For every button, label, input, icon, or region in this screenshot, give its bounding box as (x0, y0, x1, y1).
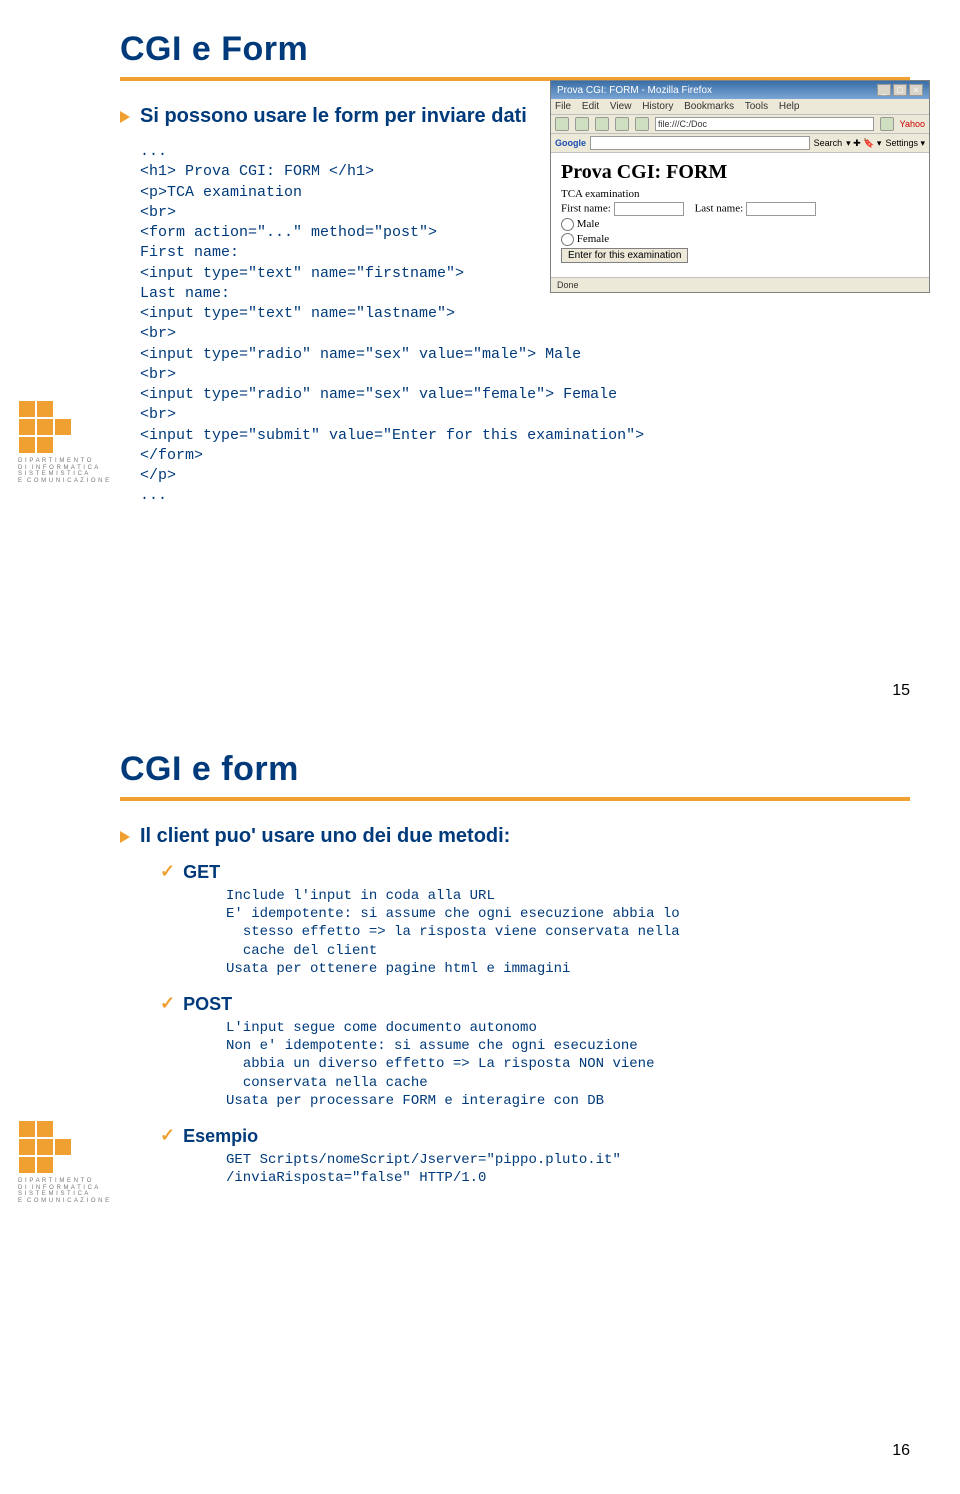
google-label: Google (555, 138, 586, 148)
main-bullet: Il client puo' usare uno dei due metodi: (120, 825, 910, 848)
slide-1: CGI e Form Si possono usare le form per … (0, 0, 960, 720)
logo-text: D I P A R T I M E N T O D I I N F O R M … (18, 458, 88, 484)
menu-help[interactable]: Help (779, 101, 800, 112)
name-row: First name: Last name: (561, 202, 919, 216)
first-name-input[interactable] (614, 202, 684, 216)
browser-toolbar: file:///C:/Doc Yahoo (551, 115, 929, 134)
check-icon: ✓ (160, 994, 175, 1012)
browser-statusbar: Done (551, 277, 929, 292)
minimize-icon[interactable]: _ (877, 84, 891, 96)
slide-title: CGI e form (120, 750, 910, 801)
page-number: 16 (892, 1442, 910, 1460)
get-label: GET (183, 862, 220, 883)
female-label: Female (577, 233, 609, 245)
browser-titlebar: Prova CGI: FORM - Mozilla Firefox _ □ × (551, 81, 929, 99)
triangle-bullet-icon (120, 831, 130, 843)
last-name-label: Last name: (695, 203, 744, 215)
post-body: L'input segue come documento autonomo No… (226, 1019, 910, 1110)
disco-logo: D I P A R T I M E N T O D I I N F O R M … (18, 1120, 88, 1240)
example-body: GET Scripts/nomeScript/Jserver="pippo.pl… (226, 1151, 910, 1187)
post-bullet: ✓ POST (160, 994, 910, 1015)
window-buttons: _ □ × (877, 84, 923, 96)
tca-text: TCA examination (561, 188, 919, 200)
menu-file[interactable]: File (555, 101, 571, 112)
slide-title: CGI e Form (120, 30, 910, 81)
bullet-text: Il client puo' usare uno dei due metodi: (140, 825, 510, 848)
last-name-input[interactable] (746, 202, 816, 216)
stop-icon[interactable] (615, 117, 629, 131)
settings-button[interactable]: Settings ▾ (885, 138, 925, 149)
browser-title: Prova CGI: FORM - Mozilla Firefox (557, 85, 712, 96)
menu-bookmarks[interactable]: Bookmarks (684, 101, 734, 112)
forward-icon[interactable] (575, 117, 589, 131)
disco-logo: D I P A R T I M E N T O D I I N F O R M … (18, 400, 88, 520)
page-number: 15 (892, 682, 910, 700)
post-section: ✓ POST L'input segue come documento auto… (160, 994, 910, 1110)
menu-history[interactable]: History (642, 101, 673, 112)
get-body: Include l'input in coda alla URL E' idem… (226, 887, 910, 978)
menu-view[interactable]: View (610, 101, 632, 112)
close-icon[interactable]: × (909, 84, 923, 96)
get-bullet: ✓ GET (160, 862, 910, 883)
google-toolbar: Google Search ▾ ✚ 🔖 ▾ Settings ▾ (551, 134, 929, 153)
page-h1: Prova CGI: FORM (561, 161, 919, 184)
bullet-text: Si possono usare le form per inviare dat… (140, 105, 527, 128)
submit-button[interactable]: Enter for this examination (561, 248, 688, 263)
google-search-input[interactable] (590, 136, 810, 150)
logo-text: D I P A R T I M E N T O D I I N F O R M … (18, 1178, 88, 1204)
url-bar[interactable]: file:///C:/Doc (655, 117, 874, 131)
example-label: Esempio (183, 1126, 258, 1147)
menu-tools[interactable]: Tools (745, 101, 768, 112)
check-icon: ✓ (160, 1126, 175, 1144)
maximize-icon[interactable]: □ (893, 84, 907, 96)
menu-edit[interactable]: Edit (582, 101, 599, 112)
search-button[interactable]: Search (814, 138, 843, 148)
browser-screenshot: Prova CGI: FORM - Mozilla Firefox _ □ × … (550, 80, 930, 293)
yahoo-label: Yahoo (900, 119, 925, 129)
female-radio[interactable] (561, 233, 574, 246)
get-section: ✓ GET Include l'input in coda alla URL E… (160, 862, 910, 978)
male-radio[interactable] (561, 218, 574, 231)
triangle-bullet-icon (120, 111, 130, 123)
browser-viewport: Prova CGI: FORM TCA examination First na… (551, 153, 929, 277)
example-bullet: ✓ Esempio (160, 1126, 910, 1147)
reload-icon[interactable] (595, 117, 609, 131)
go-icon[interactable] (880, 117, 894, 131)
post-label: POST (183, 994, 232, 1015)
check-icon: ✓ (160, 862, 175, 880)
male-row: Male (561, 218, 919, 231)
url-text: file:///C:/Doc (658, 119, 707, 129)
slide-2: CGI e form Il client puo' usare uno dei … (0, 720, 960, 1480)
male-label: Male (577, 218, 600, 230)
example-section: ✓ Esempio GET Scripts/nomeScript/Jserver… (160, 1126, 910, 1187)
browser-menubar: File Edit View History Bookmarks Tools H… (551, 99, 929, 115)
back-icon[interactable] (555, 117, 569, 131)
home-icon[interactable] (635, 117, 649, 131)
female-row: Female (561, 233, 919, 246)
first-name-label: First name: (561, 203, 611, 215)
